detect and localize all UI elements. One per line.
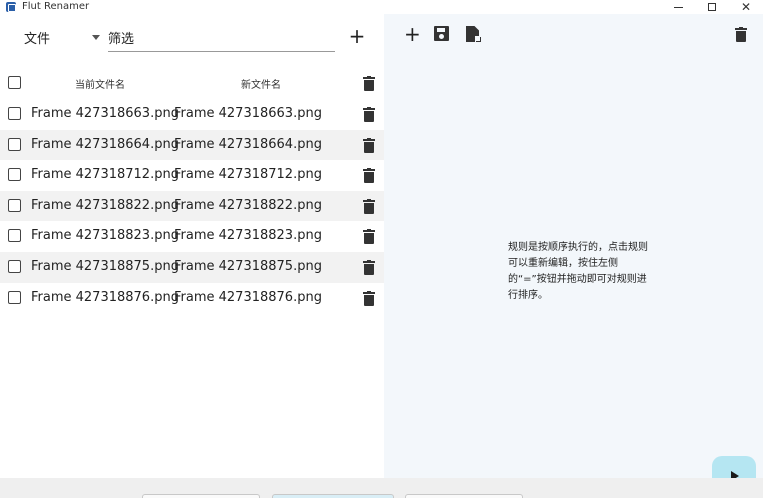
clear-rules-icon[interactable]: [735, 27, 751, 43]
app-logo-icon: [6, 2, 16, 12]
add-rule-icon[interactable]: +: [404, 24, 421, 44]
new-file-name: Frame 427318822.png: [174, 197, 322, 213]
row-checkbox[interactable]: [8, 198, 21, 212]
row-checkbox[interactable]: [8, 229, 21, 243]
bottom-bar: [0, 478, 763, 498]
current-file-name: Frame 427318875.png: [31, 258, 179, 274]
new-name-header: 新文件名: [241, 80, 281, 91]
minimize-icon: [673, 6, 683, 8]
bottom-tab[interactable]: [142, 494, 260, 498]
row-checkbox[interactable]: [8, 168, 21, 182]
current-file-name: Frame 427318664.png: [31, 136, 179, 152]
maximize-button[interactable]: [695, 0, 729, 14]
add-filter-button[interactable]: +: [348, 26, 366, 46]
new-file-name: Frame 427318823.png: [174, 228, 322, 244]
table-row[interactable]: Frame 427318712.png Frame 427318712.png: [0, 160, 384, 191]
table-row[interactable]: Frame 427318875.png Frame 427318875.png: [0, 251, 384, 283]
row-checkbox[interactable]: [8, 137, 21, 151]
table-row[interactable]: Frame 427318822.png Frame 427318822.png: [0, 190, 384, 222]
row-checkbox[interactable]: [8, 290, 21, 304]
row-checkbox[interactable]: [8, 107, 21, 120]
caret-down-icon: [92, 35, 100, 40]
filter-type-dropdown[interactable]: 文件: [24, 26, 102, 48]
delete-row-icon[interactable]: [363, 290, 375, 306]
current-file-name: Frame 427318712.png: [31, 167, 179, 183]
delete-row-icon[interactable]: [363, 168, 375, 184]
select-all-checkbox[interactable]: [8, 76, 21, 89]
app-title: Flut Renamer: [22, 1, 90, 12]
close-icon: ✕: [740, 0, 752, 14]
rules-panel: + 规则是按顺序执行的，点击规则可以重新编辑，按住左侧的“=”按钮并拖动即可对规…: [384, 14, 763, 496]
bottom-tab[interactable]: [272, 494, 394, 498]
delete-row-icon[interactable]: [363, 107, 375, 122]
import-file-icon[interactable]: [466, 26, 482, 42]
save-icon[interactable]: [434, 26, 450, 42]
title-bar: Flut Renamer ✕: [0, 0, 763, 14]
table-row[interactable]: Frame 427318664.png Frame 427318664.png: [0, 129, 384, 161]
bottom-tab[interactable]: [405, 494, 523, 498]
new-file-name: Frame 427318876.png: [174, 289, 322, 305]
table-row[interactable]: Frame 427318876.png Frame 427318876.png: [0, 283, 384, 314]
filter-bar: 文件 +: [0, 14, 384, 60]
row-checkbox[interactable]: [8, 259, 21, 273]
new-file-name: Frame 427318663.png: [174, 106, 322, 121]
current-file-name: Frame 427318663.png: [31, 106, 179, 121]
maximize-icon: [708, 3, 716, 11]
close-button[interactable]: ✕: [729, 0, 763, 14]
delete-all-files-icon[interactable]: [363, 76, 375, 91]
table-row[interactable]: Frame 427318823.png Frame 427318823.png: [0, 221, 384, 252]
file-list-panel: 文件 + 当前文件名 新文件名 Frame 427318663.png Fram…: [0, 14, 384, 478]
current-file-name: Frame 427318822.png: [31, 197, 179, 213]
minimize-button[interactable]: [661, 0, 695, 14]
new-file-name: Frame 427318664.png: [174, 136, 322, 152]
filter-type-label: 文件: [24, 32, 51, 47]
delete-row-icon[interactable]: [363, 137, 375, 153]
current-name-header: 当前文件名: [75, 80, 125, 91]
delete-row-icon[interactable]: [363, 259, 375, 275]
current-file-name: Frame 427318823.png: [31, 228, 179, 244]
new-file-name: Frame 427318712.png: [174, 167, 322, 183]
delete-row-icon[interactable]: [363, 198, 375, 214]
file-table-header: 当前文件名 新文件名: [0, 68, 384, 98]
filter-input[interactable]: [108, 28, 335, 52]
delete-row-icon[interactable]: [363, 229, 375, 245]
current-file-name: Frame 427318876.png: [31, 289, 179, 305]
new-file-name: Frame 427318875.png: [174, 258, 322, 274]
rules-hint-text: 规则是按顺序执行的，点击规则可以重新编辑，按住左侧的“=”按钮并拖动即可对规则进…: [508, 242, 648, 301]
table-row[interactable]: Frame 427318663.png Frame 427318663.png: [0, 99, 384, 130]
file-table-body: Frame 427318663.png Frame 427318663.png …: [0, 99, 384, 313]
